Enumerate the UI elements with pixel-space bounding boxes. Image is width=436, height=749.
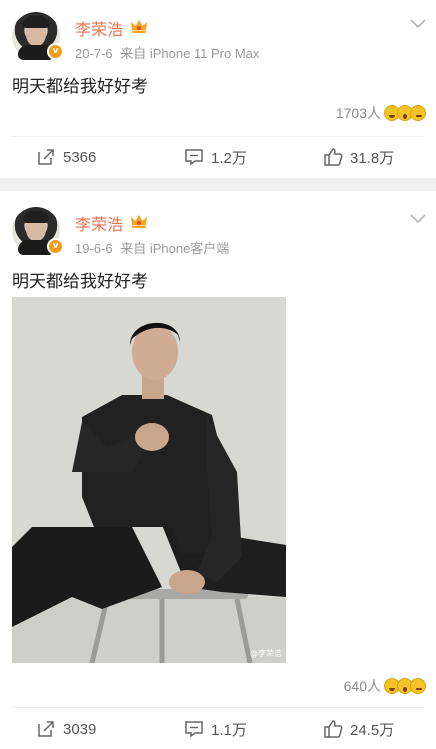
- weibo-post: v 李荣浩 20-7-6 来自 iPhone 11 Pro Max 明天都给我好…: [0, 0, 436, 178]
- weibo-post: v 李荣浩 19-6-6 来自 iPhone客户端 明天都给我好好考 @李荣浩 …: [0, 191, 436, 746]
- comment-icon: [185, 721, 203, 738]
- avatar[interactable]: v: [12, 207, 64, 255]
- crown-icon: [131, 215, 147, 228]
- comment-icon: [185, 149, 203, 166]
- like-button[interactable]: 31.8万: [323, 137, 394, 177]
- post-date: 19-6-6: [75, 241, 113, 256]
- repost-button[interactable]: 3039: [36, 709, 96, 749]
- thumbs-up-icon: [324, 148, 343, 166]
- comment-count: 1.2万: [211, 149, 247, 167]
- repost-count: 3039: [63, 720, 97, 738]
- divider: [12, 707, 424, 708]
- comment-count: 1.1万: [211, 721, 247, 739]
- repost-count: 5366: [63, 148, 97, 166]
- reaction-summary[interactable]: 640人: [344, 675, 426, 697]
- action-bar: 3039 1.1万 24.5万: [0, 709, 436, 749]
- avatar[interactable]: v: [12, 12, 64, 60]
- post-source: 来自 iPhone 11 Pro Max: [120, 46, 260, 61]
- comment-button[interactable]: 1.1万: [184, 709, 247, 749]
- chevron-down-icon[interactable]: [409, 18, 427, 30]
- like-button[interactable]: 24.5万: [323, 709, 394, 749]
- photo-watermark: @李荣浩: [250, 649, 282, 658]
- verified-v-icon: v: [47, 43, 64, 60]
- crown-icon: [131, 20, 147, 33]
- share-icon: [38, 149, 54, 165]
- post-meta: 20-7-6 来自 iPhone 11 Pro Max: [75, 43, 259, 62]
- post-meta: 19-6-6 来自 iPhone客户端: [75, 238, 229, 257]
- share-icon: [38, 721, 54, 737]
- post-text: 明天都给我好好考: [12, 272, 148, 292]
- like-count: 31.8万: [350, 149, 395, 167]
- repost-button[interactable]: 5366: [36, 137, 96, 177]
- like-count: 24.5万: [350, 721, 395, 739]
- post-date: 20-7-6: [75, 46, 113, 61]
- username[interactable]: 李荣浩: [75, 211, 123, 235]
- reaction-count: 1703人: [335, 105, 381, 121]
- photo-illustration: [12, 297, 286, 663]
- action-bar: 5366 1.2万 31.8万: [0, 137, 436, 177]
- post-source: 来自 iPhone客户端: [120, 241, 230, 256]
- comment-button[interactable]: 1.2万: [184, 137, 247, 177]
- post-text: 明天都给我好好考: [12, 77, 148, 97]
- username[interactable]: 李荣浩: [75, 16, 123, 40]
- thumbs-up-icon: [324, 720, 343, 738]
- reaction-count: 640人: [343, 678, 381, 694]
- chevron-down-icon[interactable]: [409, 213, 427, 225]
- reaction-summary[interactable]: 1703人: [336, 102, 426, 124]
- smirk-emoji-icon: [410, 678, 426, 694]
- verified-v-icon: v: [47, 238, 64, 255]
- post-separator: [0, 178, 436, 191]
- avatar-hair: [23, 16, 49, 28]
- avatar-hair: [23, 211, 49, 223]
- smirk-emoji-icon: [410, 105, 426, 121]
- post-photo[interactable]: @李荣浩: [12, 297, 286, 663]
